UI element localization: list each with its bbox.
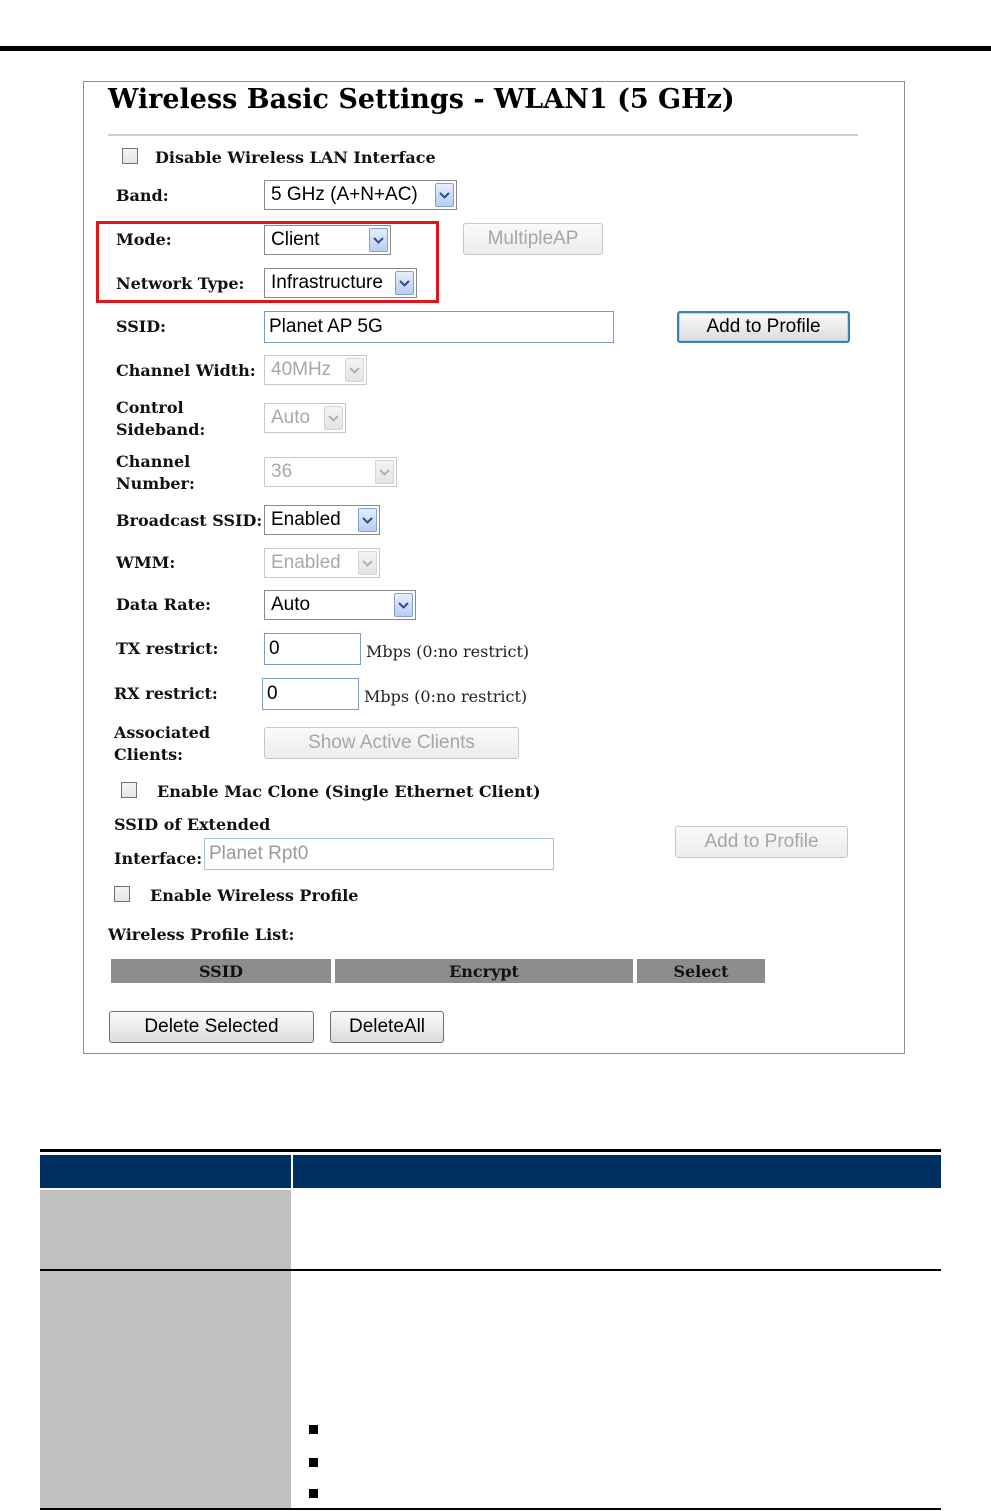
profile-col-ssid: SSID <box>111 959 331 983</box>
desc-table-row2-object-cell <box>40 1271 291 1509</box>
delete-all-button[interactable]: DeleteAll <box>330 1011 444 1043</box>
bullet-marker <box>309 1458 318 1467</box>
data-rate-label: Data Rate: <box>116 595 212 614</box>
broadcast-ssid-select-value: Enabled <box>271 509 341 530</box>
desc-table-header <box>40 1155 941 1188</box>
mac-clone-label: Enable Mac Clone (Single Ethernet Client… <box>157 782 541 801</box>
wmm-select-value: Enabled <box>271 552 341 573</box>
rx-restrict-label: RX restrict: <box>114 684 218 703</box>
chevron-down-icon <box>369 228 388 252</box>
data-rate-select[interactable]: Auto <box>264 590 416 620</box>
control-sideband-label-line1: Control <box>116 398 184 417</box>
channel-width-select[interactable]: 40MHz <box>264 355 367 385</box>
chevron-down-icon <box>324 406 343 430</box>
control-sideband-select-value: Auto <box>271 407 311 428</box>
desc-table-header-divider <box>291 1155 293 1188</box>
band-label: Band: <box>116 186 169 205</box>
band-select[interactable]: 5 GHz (A+N+AC) <box>264 180 457 210</box>
broadcast-ssid-label: Broadcast SSID: <box>116 511 263 530</box>
ssid-extended-input[interactable]: Planet Rpt0 <box>204 838 554 870</box>
settings-panel: Wireless Basic Settings - WLAN1 (5 GHz) … <box>83 81 905 1054</box>
wmm-label: WMM: <box>116 553 176 572</box>
ssid-extended-label-line1: SSID of Extended <box>114 815 271 834</box>
delete-selected-button[interactable]: Delete Selected <box>109 1011 314 1043</box>
tx-restrict-input[interactable]: 0 <box>264 633 361 665</box>
page-title: Wireless Basic Settings - WLAN1 (5 GHz) <box>108 84 735 115</box>
ssid-input[interactable]: Planet AP 5G <box>264 311 614 343</box>
chevron-down-icon <box>358 551 377 575</box>
channel-number-select[interactable]: 36 <box>264 457 397 487</box>
enable-profile-checkbox[interactable] <box>114 886 130 902</box>
profile-col-select: Select <box>637 959 765 983</box>
mode-label: Mode: <box>116 230 172 249</box>
control-sideband-label-line2: Sideband: <box>116 420 206 439</box>
chevron-down-icon <box>345 358 364 382</box>
tx-restrict-unit: Mbps (0:no restrict) <box>366 642 530 661</box>
mode-select[interactable]: Client <box>264 225 391 255</box>
ssid-label: SSID: <box>116 317 167 336</box>
rx-restrict-input[interactable]: 0 <box>262 678 359 710</box>
bullet-marker <box>309 1425 318 1434</box>
tx-restrict-label: TX restrict: <box>116 639 219 658</box>
control-sideband-select[interactable]: Auto <box>264 403 346 433</box>
channel-width-select-value: 40MHz <box>271 359 332 380</box>
band-select-value: 5 GHz (A+N+AC) <box>271 184 418 205</box>
wmm-select[interactable]: Enabled <box>264 548 380 578</box>
chevron-down-icon <box>375 460 394 484</box>
channel-width-label: Channel Width: <box>116 361 256 380</box>
network-type-select[interactable]: Infrastructure <box>264 268 417 298</box>
network-type-label: Network Type: <box>116 274 245 293</box>
rx-restrict-unit: Mbps (0:no restrict) <box>364 687 528 706</box>
chevron-down-icon <box>395 271 414 295</box>
mac-clone-checkbox[interactable] <box>121 782 137 798</box>
profile-list-label: Wireless Profile List: <box>108 925 295 944</box>
desc-table-row1-object-cell <box>40 1190 291 1269</box>
show-active-clients-button[interactable]: Show Active Clients <box>264 727 519 759</box>
page-header-rule <box>0 46 991 51</box>
title-divider <box>108 134 858 136</box>
desc-table-top-rule <box>40 1149 941 1152</box>
associated-clients-label-line2: Clients: <box>114 745 184 764</box>
bullet-marker <box>309 1489 318 1498</box>
profile-col-encrypt: Encrypt <box>335 959 633 983</box>
channel-number-label-line2: Number: <box>116 474 195 493</box>
ssid-extended-label-line2: Interface: <box>114 849 203 868</box>
disable-wlan-checkbox[interactable] <box>122 148 138 164</box>
broadcast-ssid-select[interactable]: Enabled <box>264 505 380 535</box>
mode-select-value: Client <box>271 229 320 250</box>
channel-number-label-line1: Channel <box>116 452 191 471</box>
disable-wlan-label: Disable Wireless LAN Interface <box>155 148 436 167</box>
add-to-profile-button-2[interactable]: Add to Profile <box>675 826 848 858</box>
chevron-down-icon <box>394 593 413 617</box>
associated-clients-label-line1: Associated <box>114 723 211 742</box>
chevron-down-icon <box>435 183 454 207</box>
network-type-select-value: Infrastructure <box>271 272 383 293</box>
add-to-profile-button[interactable]: Add to Profile <box>677 311 850 343</box>
chevron-down-icon <box>358 508 377 532</box>
enable-profile-label: Enable Wireless Profile <box>150 886 359 905</box>
channel-number-select-value: 36 <box>271 461 293 482</box>
data-rate-select-value: Auto <box>271 594 311 615</box>
multiple-ap-button[interactable]: MultipleAP <box>463 223 603 255</box>
desc-table-bottom-rule <box>40 1508 941 1510</box>
